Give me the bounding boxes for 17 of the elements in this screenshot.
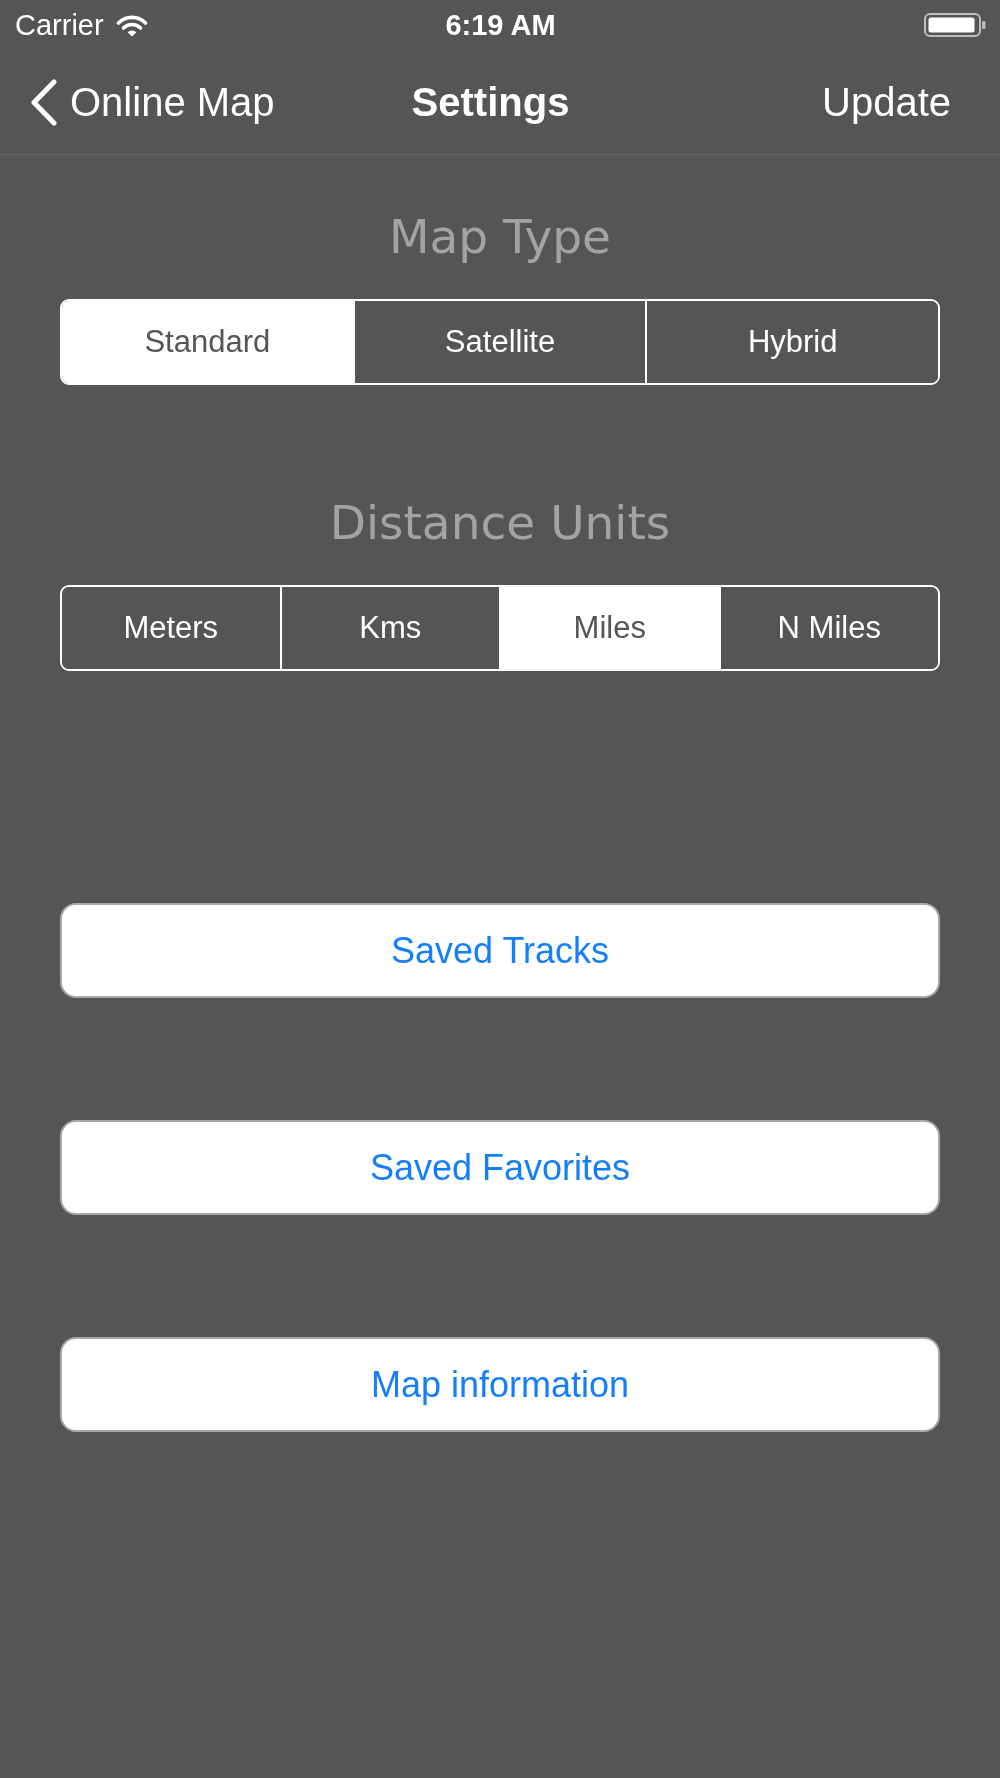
menu-button[interactable]: Saved Tracks: [60, 903, 940, 998]
section-title: Map Type: [388, 209, 612, 265]
back-button[interactable]: Online Map: [30, 78, 275, 126]
menu-button[interactable]: Saved Favorites: [60, 1120, 940, 1215]
segment-tab[interactable]: Hybrid: [645, 301, 938, 383]
nav-title: Settings: [411, 79, 570, 126]
segment-tab[interactable]: Miles: [499, 587, 719, 669]
update-button[interactable]: Update: [822, 78, 951, 126]
chevron-left-icon: [30, 78, 58, 126]
battery-icon: [924, 13, 986, 37]
wifi-icon: [115, 13, 148, 37]
status-time: 6:19 AM: [445, 8, 556, 42]
menu-button[interactable]: Map information: [60, 1337, 940, 1432]
carrier-label: Carrier: [15, 8, 104, 42]
section-title: Distance Units: [329, 495, 671, 551]
segment-tab[interactable]: N Miles: [718, 587, 938, 669]
segment-tab[interactable]: Standard: [62, 301, 353, 383]
